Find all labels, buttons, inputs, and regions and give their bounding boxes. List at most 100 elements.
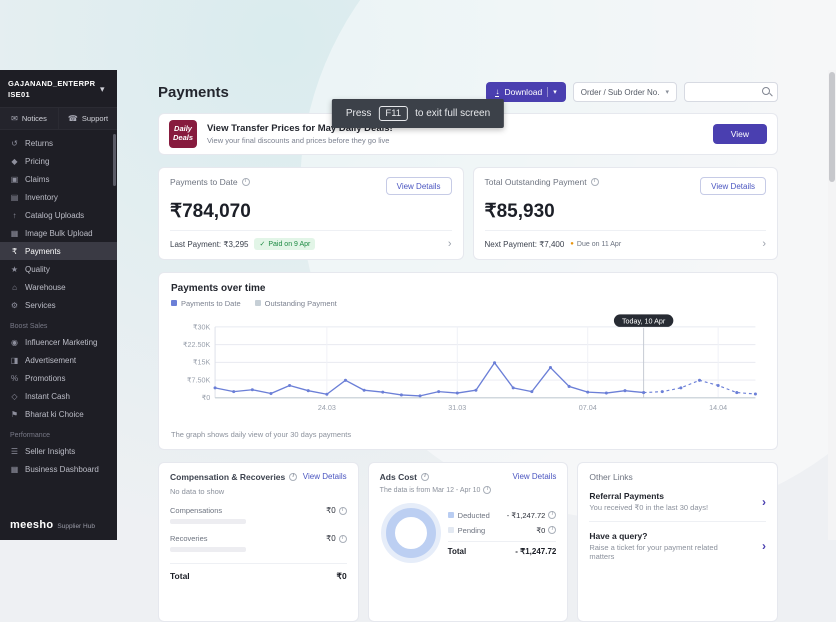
ads-cost-card: Ads Cost i View Details The data is from… (368, 462, 569, 622)
chevron-down-icon: ▾ (100, 84, 105, 95)
support-button[interactable]: ☎ Support (58, 108, 117, 129)
row-value: ₹0 (326, 506, 336, 515)
chart-title: Payments over time (171, 283, 765, 294)
notices-icon: ✉ (11, 114, 18, 123)
payments-to-date-card: Payments to Date i View Details ₹784,070… (158, 167, 464, 260)
sidebar-item-influencer-marketing[interactable]: ◉ Influencer Marketing (0, 333, 117, 351)
chevron-right-icon[interactable]: › (762, 238, 766, 250)
sidebar-item-business-dashboard[interactable]: ▦ Business Dashboard (0, 460, 117, 478)
search-input[interactable] (692, 88, 762, 97)
info-icon[interactable]: i (339, 507, 347, 515)
button-divider (547, 87, 548, 97)
warehouse-icon: ⌂ (10, 283, 19, 292)
daily-deals-logo: Daily Deals (169, 120, 197, 148)
info-icon[interactable]: i (289, 473, 297, 481)
sidebar-item-quality[interactable]: ★ Quality (0, 260, 117, 278)
svg-text:31.03: 31.03 (448, 404, 466, 412)
services-icon: ⚙ (10, 301, 19, 310)
sidebar-item-instant-cash[interactable]: ◇ Instant Cash (0, 387, 117, 405)
deducted-row: Deducted - ₹1,247.72i (448, 511, 557, 520)
view-details-button[interactable]: View Details (700, 177, 766, 195)
ads-total-row: Total - ₹1,247.72 (448, 541, 557, 556)
sidebar-item-warehouse[interactable]: ⌂ Warehouse (0, 278, 117, 296)
view-details-link[interactable]: View Details (512, 472, 556, 481)
due-badge-label: Due on 11 Apr (577, 241, 621, 248)
chevron-right-icon[interactable]: › (448, 238, 452, 250)
scrollbar-thumb[interactable] (829, 72, 835, 182)
have-a-query-link[interactable]: Have a query? Raise a ticket for your pa… (589, 522, 766, 570)
f11-key: F11 (378, 106, 408, 121)
row-value: ₹0 (536, 526, 545, 535)
sidebar-item-label: Services (25, 301, 56, 310)
profile-menu[interactable]: GAJANAND_ENTERPRISE01 ▾ (0, 70, 117, 107)
page-title: Payments (158, 84, 229, 101)
page-scrollbar[interactable] (828, 70, 836, 540)
check-icon: ✓ (259, 240, 265, 248)
link-subtitle: You received ₹0 in the last 30 days! (589, 503, 708, 512)
referral-payments-link[interactable]: Referral Payments You received ₹0 in the… (589, 482, 766, 522)
svg-text:₹22.50K: ₹22.50K (183, 341, 211, 349)
info-icon[interactable]: i (548, 511, 556, 519)
legend-swatch-outstanding (255, 300, 261, 306)
search-icon (762, 87, 770, 97)
sidebar-item-pricing[interactable]: ◆ Pricing (0, 152, 117, 170)
advertisement-icon: ◨ (10, 356, 19, 365)
last-payment-row[interactable]: Last Payment: ₹3,295 ✓ Paid on 9 Apr › (170, 238, 452, 250)
row-label: Deducted (458, 511, 490, 520)
payments-icon: ₹ (10, 247, 19, 256)
sidebar-item-label: Claims (25, 175, 49, 184)
sidebar-item-returns[interactable]: ↺ Returns (0, 134, 117, 152)
order-filter-select[interactable]: Order / Sub Order No. ▾ (573, 82, 677, 102)
ads-cost-donut-chart (386, 508, 436, 558)
svg-text:₹15K: ₹15K (193, 359, 211, 367)
sidebar-item-promotions[interactable]: % Promotions (0, 369, 117, 387)
info-icon[interactable]: i (548, 526, 556, 534)
sidebar-item-catalog-uploads[interactable]: ↑ Catalog Uploads (0, 206, 117, 224)
recoveries-row: Recoveries ₹0 i (170, 534, 347, 552)
info-icon[interactable]: i (421, 473, 429, 481)
brand-suffix: Supplier Hub (57, 523, 95, 530)
sidebar-item-seller-insights[interactable]: ☰ Seller Insights (0, 442, 117, 460)
view-details-link[interactable]: View Details (303, 472, 347, 481)
sidebar-item-inventory[interactable]: ▤ Inventory (0, 188, 117, 206)
sidebar-item-image-bulk-upload[interactable]: ▦ Image Bulk Upload (0, 224, 117, 242)
sidebar-scrollbar[interactable] (113, 134, 116, 186)
skeleton-bar (170, 547, 246, 552)
payments-line-chart: ₹30K₹22.50K₹15K₹7.50K₹024.0331.0307.0414… (171, 312, 765, 428)
info-icon[interactable]: i (591, 178, 599, 186)
support-label: Support (82, 114, 108, 123)
sidebar-item-bharat-ki-choice[interactable]: ⚑ Bharat ki Choice (0, 405, 117, 423)
divider (170, 230, 452, 231)
sidebar-item-payments[interactable]: ₹ Payments (0, 242, 117, 260)
last-payment-label: Last Payment: ₹3,295 (170, 240, 248, 249)
search-box[interactable] (684, 82, 778, 102)
sidebar-item-label: Warehouse (25, 283, 66, 292)
returns-icon: ↺ (10, 139, 19, 148)
svg-text:14.04: 14.04 (709, 404, 727, 412)
next-payment-row[interactable]: Next Payment: ₹7,400 ● Due on 11 Apr › (485, 238, 767, 250)
banner-view-button[interactable]: View (713, 124, 767, 144)
divider (485, 230, 767, 231)
sidebar-item-services[interactable]: ⚙ Services (0, 296, 117, 314)
view-details-button[interactable]: View Details (386, 177, 452, 195)
notices-button[interactable]: ✉ Notices (0, 108, 58, 129)
payments-to-date-amount: ₹784,070 (170, 200, 452, 223)
link-title: Referral Payments (589, 491, 708, 501)
sidebar-item-label: Seller Insights (25, 447, 75, 456)
info-icon[interactable]: i (242, 178, 250, 186)
compensations-row: Compensations ₹0 i (170, 506, 347, 524)
sidebar-item-claims[interactable]: ▣ Claims (0, 170, 117, 188)
sidebar-item-label: Instant Cash (25, 392, 70, 401)
svg-text:₹7.50K: ₹7.50K (187, 376, 211, 384)
chart-legend: Payments to Date Outstanding Payment (171, 299, 765, 308)
info-icon[interactable]: i (339, 535, 347, 543)
legend-swatch-payments (171, 300, 177, 306)
sidebar-item-advertisement[interactable]: ◨ Advertisement (0, 351, 117, 369)
sidebar-item-label: Advertisement (25, 356, 76, 365)
info-icon[interactable]: i (483, 486, 491, 494)
chevron-right-icon: › (762, 495, 766, 509)
chevron-right-icon: › (762, 539, 766, 553)
row-value: - ₹1,247.72 (507, 511, 546, 520)
ads-range-note: The data is from Mar 12 - Apr 10 (380, 487, 481, 494)
svg-text:Today, 10 Apr: Today, 10 Apr (622, 318, 666, 326)
